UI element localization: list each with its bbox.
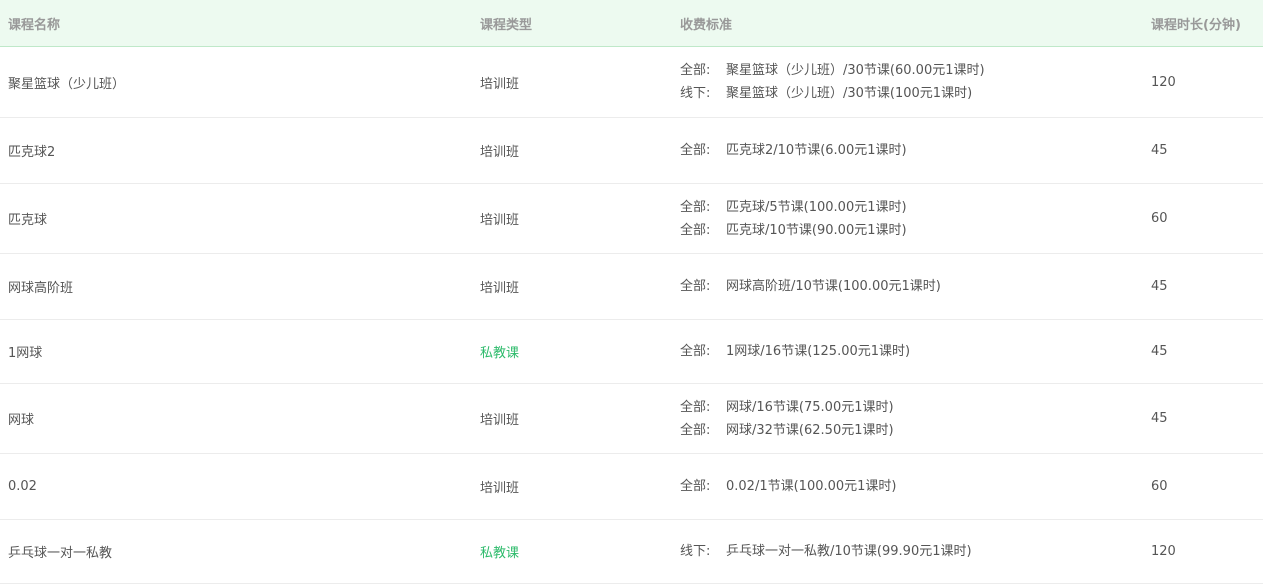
column-header-fee-standard[interactable]: 收费标准 [680,0,1140,46]
course-table: 课程名称 课程类型 收费标准 课程时长(分钟) 聚星篮球（少儿班） 培训班 全部: 聚… [0,0,1263,584]
fee-line: 线下: 乒乓球一对一私教/10节课(99.90元1课时) [680,540,1140,563]
course-type-cell: 培训班 [480,281,520,296]
duration-cell: 45 [1151,344,1168,359]
course-name-cell: 网球 [8,413,35,428]
course-name-cell: 0.02 [8,479,37,494]
table-row[interactable]: 乒乓球一对一私教 私教课 线下: 乒乓球一对一私教/10节课(99.90元1课时) 12… [0,520,1263,584]
course-type-cell: 培训班 [480,76,520,92]
fee-standard-cell: 全部: 聚星篮球（少儿班）/30节课(60.00元1课时) 线下: 聚星篮球（少儿班）… [680,47,1140,117]
fee-channel-label: 全部: [680,279,711,294]
table-row[interactable]: 匹克球2 培训班 全部: 匹克球2/10节课(6.00元1课时) 45 [0,118,1263,184]
course-type-cell: 培训班 [480,413,520,428]
fee-channel-label: 全部: [680,63,711,78]
fee-line: 全部: 网球/32节课(62.50元1课时) [680,419,1140,442]
fee-line: 全部: 聚星篮球（少儿班）/30节课(60.00元1课时) [680,59,1140,82]
fee-detail: 匹克球2/10节课(6.00元1课时) [726,143,907,158]
fee-detail: 0.02/1节课(100.00元1课时) [726,479,897,494]
course-name-cell: 乒乓球一对一私教 [8,546,113,561]
column-header-course-name[interactable]: 课程名称 [8,0,468,46]
course-type-cell: 私教课 [480,346,520,361]
table-row[interactable]: 网球 培训班 全部: 网球/16节课(75.00元1课时) 全部: 网球/32节课(62.… [0,384,1263,454]
fee-channel-label: 全部: [680,143,711,158]
column-header-course-type[interactable]: 课程类型 [480,0,670,46]
table-row[interactable]: 匹克球 培训班 全部: 匹克球/5节课(100.00元1课时) 全部: 匹克球/10节课(… [0,184,1263,254]
fee-detail: 网球高阶班/10节课(100.00元1课时) [726,279,941,294]
fee-standard-cell: 全部: 匹克球2/10节课(6.00元1课时) [680,118,1140,183]
fee-standard-cell: 线下: 乒乓球一对一私教/10节课(99.90元1课时) [680,520,1140,583]
table-row[interactable]: 1网球 私教课 全部: 1网球/16节课(125.00元1课时) 45 [0,320,1263,384]
fee-detail: 网球/32节课(62.50元1课时) [726,422,894,438]
fee-line: 全部: 网球/16节课(75.00元1课时) [680,396,1140,419]
course-type-cell: 私教课 [480,546,520,561]
fee-line: 全部: 网球高阶班/10节课(100.00元1课时) [680,275,1140,298]
fee-detail: 乒乓球一对一私教/10节课(99.90元1课时) [726,544,972,559]
course-name-cell: 网球高阶班 [8,281,74,296]
duration-cell: 120 [1151,544,1176,559]
fee-line: 全部: 匹克球/5节课(100.00元1课时) [680,196,1140,219]
duration-cell: 45 [1151,143,1168,158]
fee-channel-label: 全部: [680,344,711,359]
fee-detail: 匹克球/5节课(100.00元1课时) [726,199,907,215]
fee-detail: 网球/16节课(75.00元1课时) [726,399,894,415]
fee-line: 全部: 匹克球/10节课(90.00元1课时) [680,219,1140,242]
table-body: 聚星篮球（少儿班） 培训班 全部: 聚星篮球（少儿班）/30节课(60.00元1课时)… [0,47,1263,584]
course-name-cell: 1网球 [8,346,43,361]
duration-cell: 120 [1151,74,1176,90]
course-type-cell: 培训班 [480,213,520,228]
fee-standard-cell: 全部: 0.02/1节课(100.00元1课时) [680,454,1140,519]
fee-line: 线下: 聚星篮球（少儿班）/30节课(100元1课时) [680,82,1140,105]
fee-channel-label: 线下: [680,86,711,101]
fee-standard-cell: 全部: 网球高阶班/10节课(100.00元1课时) [680,254,1140,319]
fee-standard-cell: 全部: 网球/16节课(75.00元1课时) 全部: 网球/32节课(62.50元1课… [680,384,1140,453]
fee-standard-cell: 全部: 匹克球/5节课(100.00元1课时) 全部: 匹克球/10节课(90.00元… [680,184,1140,253]
fee-standard-cell: 全部: 1网球/16节课(125.00元1课时) [680,320,1140,383]
duration-cell: 60 [1151,211,1168,226]
table-header: 课程名称 课程类型 收费标准 课程时长(分钟) [0,0,1263,47]
fee-channel-label: 全部: [680,422,711,438]
course-type-cell: 培训班 [480,145,520,160]
fee-channel-label: 全部: [680,479,711,494]
table-row[interactable]: 0.02 培训班 全部: 0.02/1节课(100.00元1课时) 60 [0,454,1263,520]
fee-channel-label: 全部: [680,199,711,215]
course-name-cell: 匹克球2 [8,145,56,160]
table-row[interactable]: 网球高阶班 培训班 全部: 网球高阶班/10节课(100.00元1课时) 45 [0,254,1263,320]
fee-detail: 聚星篮球（少儿班）/30节课(60.00元1课时) [726,63,985,78]
fee-line: 全部: 1网球/16节课(125.00元1课时) [680,340,1140,363]
fee-channel-label: 线下: [680,544,711,559]
fee-detail: 聚星篮球（少儿班）/30节课(100元1课时) [726,86,973,101]
fee-detail: 匹克球/10节课(90.00元1课时) [726,222,907,238]
duration-cell: 60 [1151,479,1168,494]
fee-channel-label: 全部: [680,222,711,238]
course-name-cell: 匹克球 [8,213,48,228]
fee-detail: 1网球/16节课(125.00元1课时) [726,344,911,359]
duration-cell: 45 [1151,411,1168,426]
fee-channel-label: 全部: [680,399,711,415]
course-type-cell: 培训班 [480,481,520,496]
fee-line: 全部: 0.02/1节课(100.00元1课时) [680,475,1140,498]
column-header-duration[interactable]: 课程时长(分钟) [1151,0,1261,46]
fee-line: 全部: 匹克球2/10节课(6.00元1课时) [680,139,1140,162]
table-row[interactable]: 聚星篮球（少儿班） 培训班 全部: 聚星篮球（少儿班）/30节课(60.00元1课时)… [0,47,1263,118]
duration-cell: 45 [1151,279,1168,294]
course-name-cell: 聚星篮球（少儿班） [8,76,126,92]
